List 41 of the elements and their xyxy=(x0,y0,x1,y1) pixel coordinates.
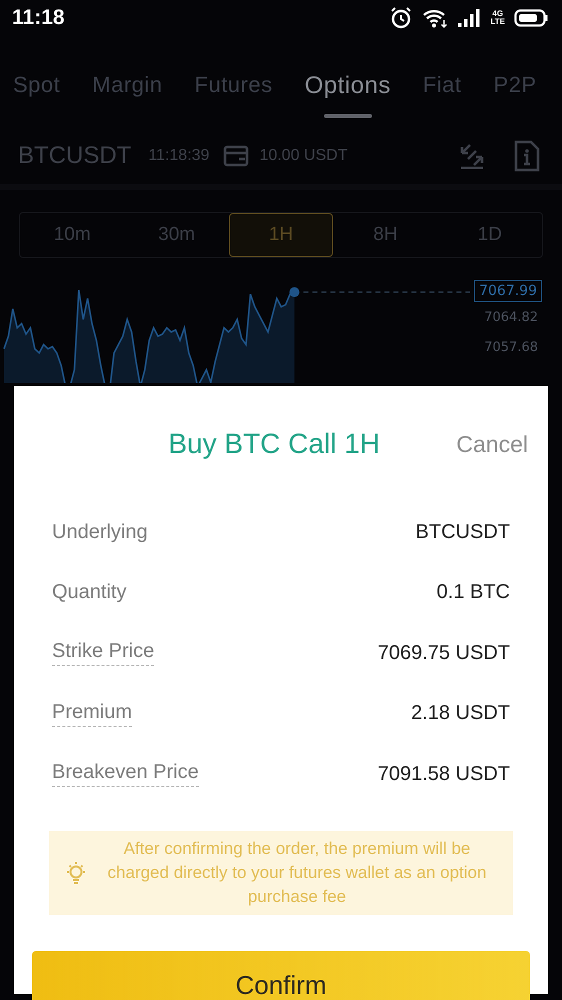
cancel-button[interactable]: Cancel xyxy=(456,430,528,458)
balance-amount: 10.00 USDT xyxy=(259,147,348,165)
interval-tab[interactable]: 1H xyxy=(228,213,334,257)
field-value: 2.18 USDT xyxy=(411,702,510,726)
dialog-title: Buy BTC Call 1H xyxy=(167,428,381,460)
field-value: BTCUSDT xyxy=(416,520,510,544)
interval-tab[interactable]: 30m xyxy=(124,213,229,257)
field-label: Premium xyxy=(52,700,132,727)
field-label: Strike Price xyxy=(52,640,154,666)
ticker-symbol: BTCUSDT xyxy=(18,142,132,170)
market-tab[interactable]: Spot xyxy=(13,72,60,124)
market-tab[interactable]: Futures xyxy=(194,72,273,124)
clock-time: 11:18 xyxy=(12,6,65,30)
wallet-icon xyxy=(223,144,250,168)
market-tab[interactable]: Margin xyxy=(92,72,163,124)
wifi-icon xyxy=(422,7,448,29)
network-type: 4G LTE xyxy=(490,10,505,26)
field-value: 7091.58 USDT xyxy=(378,762,510,786)
field-label: Quantity xyxy=(52,581,126,604)
ticker-time: 11:18:39 xyxy=(148,147,210,165)
current-price-tag: 7067.99 xyxy=(474,280,542,302)
interval-tab[interactable]: 8H xyxy=(333,213,438,257)
info-document-icon[interactable] xyxy=(514,140,540,172)
active-tab-indicator xyxy=(324,114,372,118)
confirm-button[interactable]: Confirm xyxy=(32,950,530,1000)
field-value: 0.1 BTC xyxy=(436,581,510,604)
notice-text: After confirming the order, the premium will be charged directly to your futures wallet as an option purchase fee xyxy=(106,838,488,908)
swap-arrows-icon[interactable] xyxy=(458,143,486,169)
field-value: 7069.75 USDT xyxy=(378,642,510,665)
field-label: Underlying xyxy=(52,520,148,544)
alarm-icon xyxy=(389,6,414,30)
market-tab[interactable]: Fiat xyxy=(422,72,462,124)
interval-tab[interactable]: 1D xyxy=(438,213,542,257)
field-label: Breakeven Price xyxy=(52,761,199,788)
interval-tab[interactable]: 10m xyxy=(20,213,124,257)
market-tab[interactable]: P2P xyxy=(494,72,537,124)
signal-icon xyxy=(457,8,482,28)
price-axis-label: 7057.68 xyxy=(484,340,538,355)
price-axis-label: 7064.82 xyxy=(484,310,538,325)
market-tab[interactable]: Options xyxy=(304,72,391,124)
battery-icon xyxy=(514,9,548,27)
